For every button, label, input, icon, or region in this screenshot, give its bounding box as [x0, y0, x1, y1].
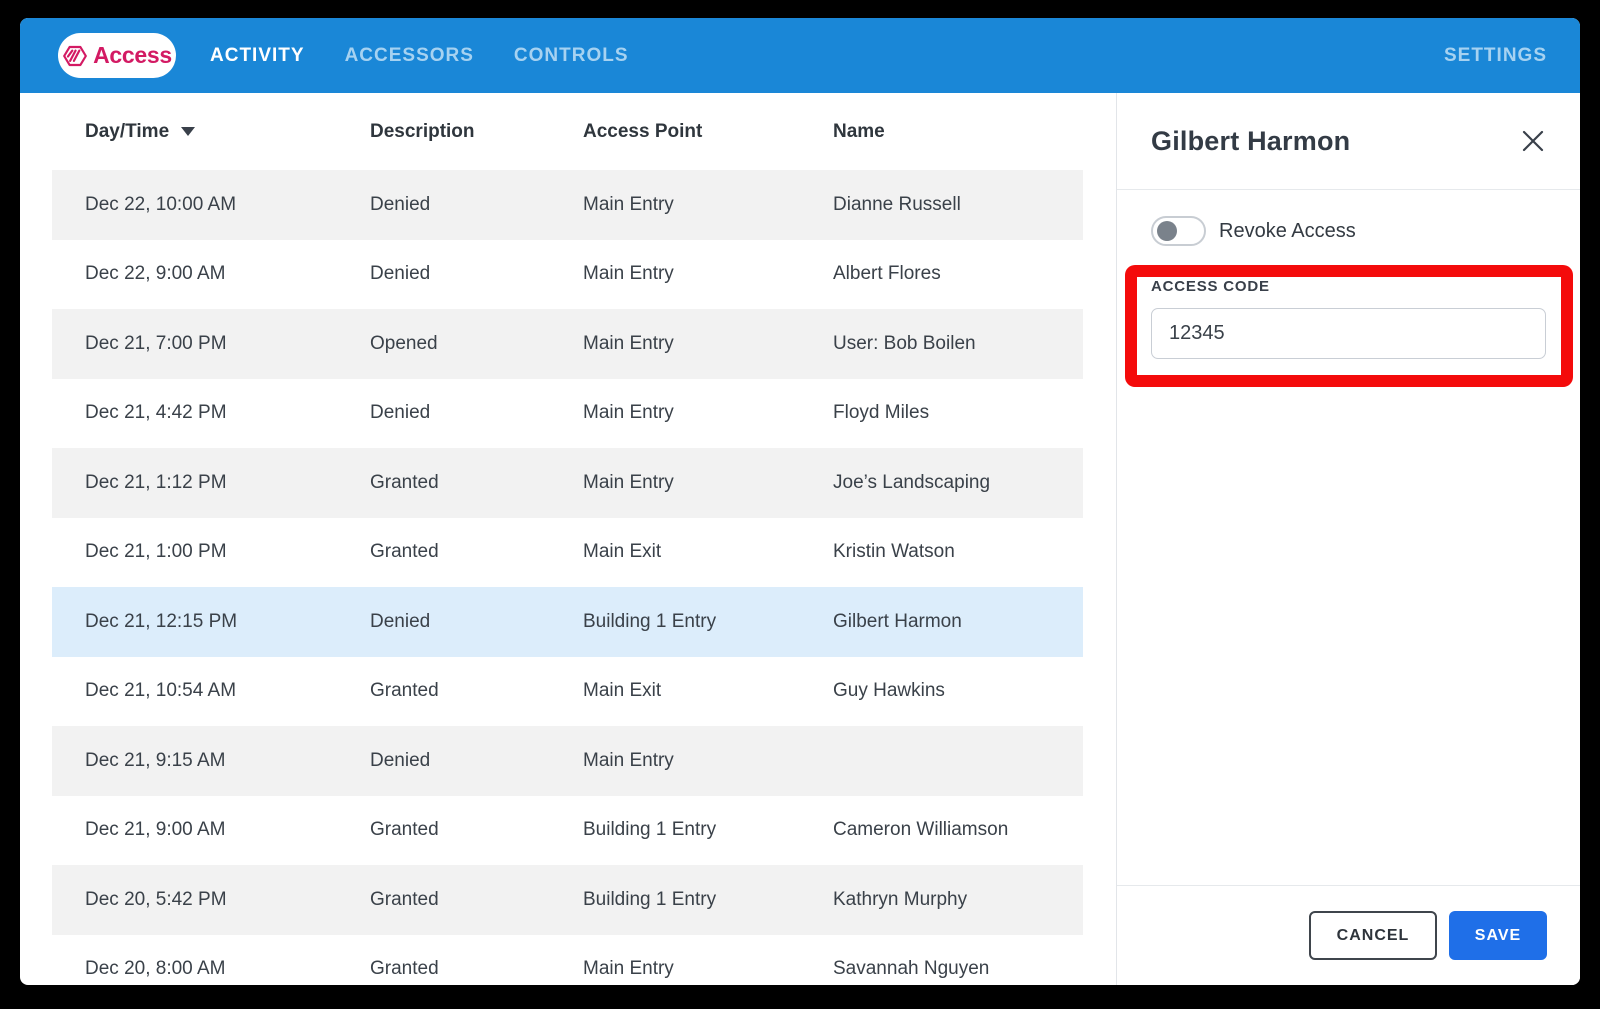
activity-table: Day/Time Description Access Point Name D… — [52, 93, 1083, 985]
app-window: Access ACTIVITY ACCESSORS CONTROLS SETTI… — [20, 18, 1580, 985]
cell-access-point: Main Entry — [583, 958, 674, 980]
cell-name: Floyd Miles — [833, 402, 930, 424]
cell-access-point: Main Entry — [583, 402, 674, 424]
cell-time: Dec 22, 9:00 AM — [85, 263, 226, 285]
cell-name: Guy Hawkins — [833, 680, 945, 702]
cell-access-point: Building 1 Entry — [583, 819, 717, 841]
panel-title: Gilbert Harmon — [1151, 125, 1351, 156]
cell-time: Dec 21, 10:54 AM — [85, 680, 237, 702]
cell-name: Gilbert Harmon — [833, 610, 962, 632]
cell-time: Dec 21, 4:42 PM — [85, 402, 227, 424]
cell-access-point: Building 1 Entry — [583, 888, 717, 910]
cell-access-point: Main Entry — [583, 471, 674, 493]
cell-description: Opened — [370, 332, 438, 354]
cell-time: Dec 21, 1:12 PM — [85, 471, 227, 493]
cell-time: Dec 21, 9:00 AM — [85, 819, 226, 841]
cell-time: Dec 21, 9:15 AM — [85, 749, 226, 771]
detail-panel-footer: CANCEL SAVE — [1117, 885, 1580, 985]
cell-access-point: Main Exit — [583, 680, 662, 702]
cell-description: Denied — [370, 610, 431, 632]
cell-description: Granted — [370, 888, 439, 910]
cell-time: Dec 22, 10:00 AM — [85, 193, 237, 215]
main-content: Day/Time Description Access Point Name D… — [20, 93, 1580, 985]
cell-description: Granted — [370, 541, 439, 563]
cell-description: Denied — [370, 263, 431, 285]
sort-desc-icon — [181, 127, 196, 136]
table-row[interactable]: Dec 22, 10:00 AM Denied Main Entry Dianne R… — [52, 170, 1083, 240]
access-code-label: ACCESS CODE — [1151, 278, 1270, 295]
cell-time: Dec 20, 5:42 PM — [85, 888, 227, 910]
detail-panel-header: Gilbert Harmon — [1117, 93, 1580, 190]
cell-time: Dec 21, 12:15 PM — [85, 610, 238, 632]
cell-description: Granted — [370, 471, 439, 493]
cell-description: Granted — [370, 958, 439, 980]
cell-access-point: Main Entry — [583, 332, 674, 354]
access-code-input[interactable] — [1151, 308, 1546, 359]
cell-name: Joe’s Landscaping — [833, 471, 991, 493]
cell-access-point: Main Exit — [583, 541, 662, 563]
table-row[interactable]: Dec 21, 1:12 PM Granted Main Entry Joe’s La… — [52, 448, 1083, 518]
cell-name: Savannah Nguyen — [833, 958, 990, 980]
table-row[interactable]: Dec 22, 9:00 AM Denied Main Entry Albert Fl… — [52, 239, 1083, 309]
cell-description: Granted — [370, 680, 439, 702]
cell-name: Kristin Watson — [833, 541, 955, 563]
cancel-button[interactable]: CANCEL — [1309, 911, 1437, 960]
detail-panel: Gilbert Harmon Revoke Access ACCESS CODE — [1116, 93, 1580, 985]
table-row[interactable]: Dec 21, 12:15 PM Denied Building 1 Entry Gi… — [52, 587, 1083, 657]
table-body: Dec 22, 10:00 AM Denied Main Entry Dianne R… — [52, 170, 1083, 985]
column-header-name[interactable]: Name — [833, 121, 1083, 143]
brand-logo[interactable]: Access — [58, 33, 176, 78]
detail-panel-body: Revoke Access ACCESS CODE — [1117, 216, 1580, 359]
revoke-access-row: Revoke Access — [1151, 216, 1546, 246]
table-header-row: Day/Time Description Access Point Name — [52, 93, 1083, 170]
table-row[interactable]: Dec 21, 1:00 PM Granted Main Exit Kristin W… — [52, 517, 1083, 587]
cell-access-point: Main Entry — [583, 749, 674, 771]
hexagon-logo-icon — [62, 43, 88, 69]
brand-name: Access — [93, 42, 172, 68]
column-header-description[interactable]: Description — [370, 121, 583, 143]
cell-description: Granted — [370, 819, 439, 841]
cell-name: Cameron Williamson — [833, 819, 1009, 841]
activity-table-area: Day/Time Description Access Point Name D… — [20, 93, 1116, 985]
nav-settings-link[interactable]: SETTINGS — [1444, 45, 1547, 67]
cell-name: Kathryn Murphy — [833, 888, 968, 910]
cell-access-point: Main Entry — [583, 263, 674, 285]
nav-tabs: ACTIVITY ACCESSORS CONTROLS — [210, 45, 629, 67]
tab-activity[interactable]: ACTIVITY — [210, 45, 305, 67]
table-row[interactable]: Dec 20, 5:42 PM Granted Building 1 Entry Ka… — [52, 865, 1083, 935]
cell-name: User: Bob Boilen — [833, 332, 976, 354]
table-row[interactable]: Dec 21, 9:00 AM Granted Building 1 Entry Ca… — [52, 795, 1083, 865]
cell-time: Dec 21, 1:00 PM — [85, 541, 227, 563]
cell-description: Denied — [370, 402, 431, 424]
close-icon — [1522, 130, 1544, 152]
cell-name: Albert Flores — [833, 263, 941, 285]
cell-name: Dianne Russell — [833, 193, 961, 215]
revoke-access-label: Revoke Access — [1219, 219, 1356, 242]
table-row[interactable]: Dec 20, 8:00 AM Granted Main Entry Savannah… — [52, 934, 1083, 985]
cell-access-point: Building 1 Entry — [583, 610, 717, 632]
column-header-access-point[interactable]: Access Point — [583, 121, 833, 143]
top-navbar: Access ACTIVITY ACCESSORS CONTROLS SETTI… — [20, 18, 1580, 93]
tab-controls[interactable]: CONTROLS — [514, 45, 629, 67]
cell-description: Denied — [370, 749, 431, 771]
table-row[interactable]: Dec 21, 10:54 AM Granted Main Exit Guy Hawk… — [52, 656, 1083, 726]
close-panel-button[interactable] — [1520, 128, 1546, 154]
column-header-daytime[interactable]: Day/Time — [85, 121, 370, 143]
table-row[interactable]: Dec 21, 4:42 PM Denied Main Entry Floyd Mil… — [52, 378, 1083, 448]
cell-description: Denied — [370, 193, 431, 215]
cell-access-point: Main Entry — [583, 193, 674, 215]
table-row[interactable]: Dec 21, 7:00 PM Opened Main Entry User: Bob… — [52, 309, 1083, 379]
tab-accessors[interactable]: ACCESSORS — [345, 45, 474, 67]
save-button[interactable]: SAVE — [1449, 911, 1547, 960]
cell-time: Dec 20, 8:00 AM — [85, 958, 226, 980]
cell-time: Dec 21, 7:00 PM — [85, 332, 227, 354]
toggle-knob — [1157, 221, 1177, 241]
revoke-access-toggle[interactable] — [1151, 216, 1206, 246]
table-row[interactable]: Dec 21, 9:15 AM Denied Main Entry — [52, 726, 1083, 796]
